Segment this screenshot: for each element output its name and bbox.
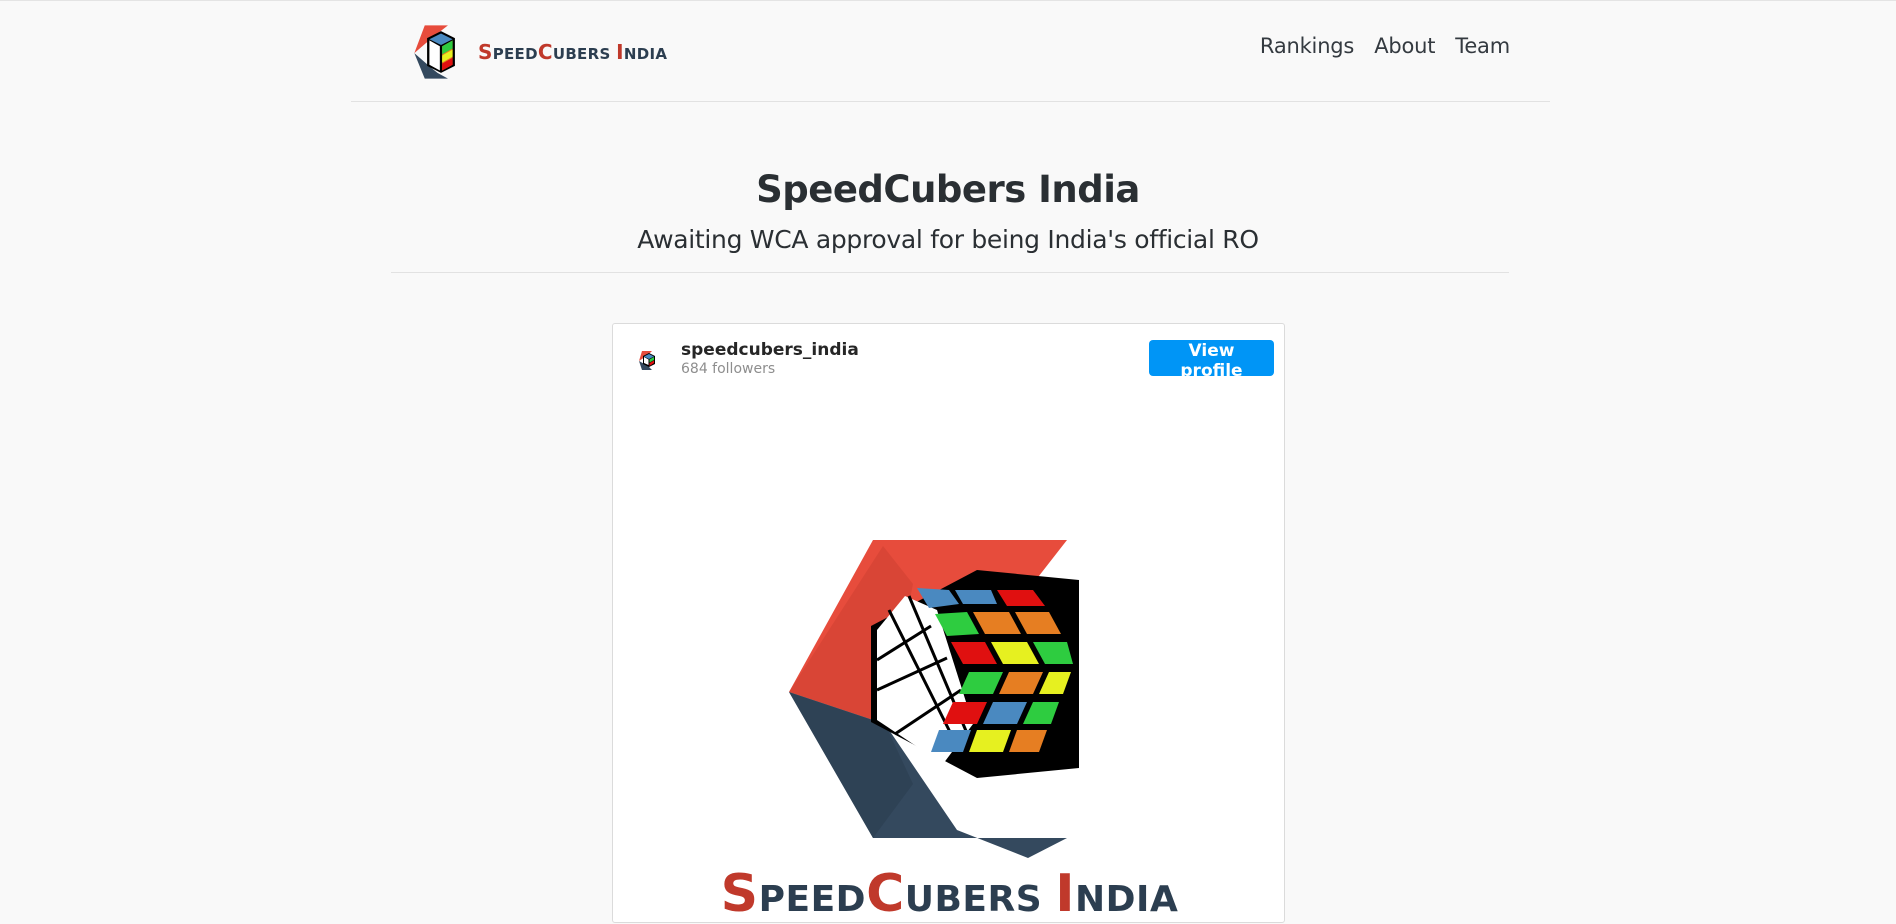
brand-text: SPEEDCUBERS INDIA [478,40,668,64]
page-subtitle: Awaiting WCA approval for being India's … [637,225,1259,254]
profile-username[interactable]: speedcubers_india [681,340,859,360]
post-logo-text: SPEEDCUBERS INDIA [720,864,1179,924]
divider [391,272,1509,273]
brand-link[interactable]: SPEEDCUBERS INDIA [412,23,667,81]
view-profile-button[interactable]: View profile [1149,340,1274,381]
instagram-embed: speedcubers_india 684 followers View pro… [612,323,1285,924]
page-title: SpeedCubers India [756,168,1140,211]
speedcubers-logo-icon [414,25,455,79]
nav-about[interactable]: About [1374,34,1435,58]
nav-rankings[interactable]: Rankings [1260,34,1354,58]
profile-avatar[interactable] [633,345,663,375]
nav-team[interactable]: Team [1455,34,1510,58]
navbar: SPEEDCUBERS INDIA Rankings About Team [351,1,1550,102]
follower-count: 684 followers [681,361,776,377]
main-nav: Rankings About Team [1260,34,1510,58]
